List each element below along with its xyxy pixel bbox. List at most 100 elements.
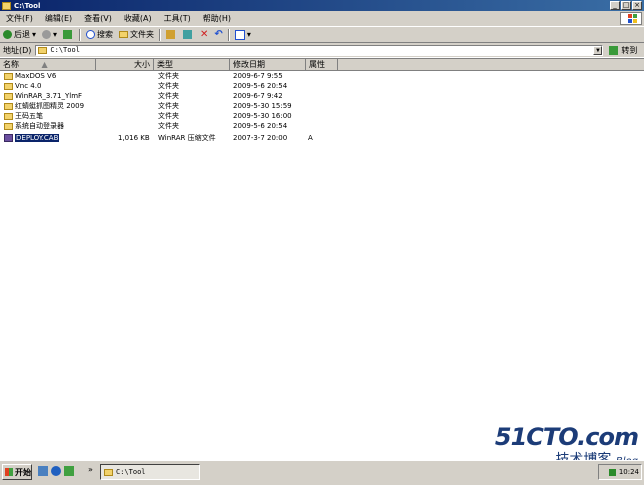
menu-edit[interactable]: 编辑(E) [39, 13, 78, 24]
up-button[interactable] [60, 28, 77, 41]
clock: 10:24 [618, 468, 639, 476]
menu-bar: 文件(F) 编辑(E) 查看(V) 收藏(A) 工具(T) 帮助(H) [0, 11, 644, 27]
go-button[interactable]: 转到 [609, 45, 637, 56]
chevron-down-icon[interactable]: ▾ [247, 30, 251, 39]
list-item[interactable]: 王码五笔 文件夹 2009-5-30 16:00 [0, 111, 644, 121]
file-type: 文件夹 [158, 92, 179, 100]
go-label: 转到 [621, 45, 638, 55]
file-modified: 2009-5-30 15:59 [233, 102, 292, 110]
chevron-down-icon[interactable]: ▾ [32, 30, 36, 39]
file-name: WinRAR_3.71_YlmF [4, 91, 82, 101]
menu-favorites[interactable]: 收藏(A) [118, 13, 158, 24]
folders-icon [119, 31, 129, 38]
start-button[interactable]: 开始 [2, 464, 32, 480]
address-input[interactable]: C:\Tool ▼ [35, 44, 604, 56]
maximize-button[interactable]: □ [621, 1, 631, 10]
column-header-bar: 名称 ▲ 大小 类型 修改日期 属性 [0, 59, 644, 71]
quick-launch [38, 466, 74, 476]
list-item-selected[interactable]: DEPLOY.CAB 1,016 KB WinRAR 压缩文件 2007-3-7… [0, 133, 644, 143]
column-header-name[interactable]: 名称 ▲ [0, 59, 96, 70]
file-name: 红蜻蜓抓图精灵 2009 [4, 101, 84, 111]
back-arrow-icon [3, 30, 12, 39]
file-type: 文件夹 [158, 102, 179, 110]
forward-button[interactable]: ▾ [39, 28, 60, 41]
list-item[interactable]: 系统自动登录器 文件夹 2009-5-6 20:54 [0, 121, 644, 131]
file-modified: 2009-6-7 9:42 [233, 92, 283, 100]
file-name: 王码五笔 [4, 111, 43, 121]
back-button[interactable]: 后退 ▾ [0, 28, 39, 41]
file-name-text: MaxDOS V6 [15, 72, 57, 80]
move-to-button[interactable] [163, 28, 180, 41]
file-modified: 2009-5-30 16:00 [233, 112, 292, 120]
start-label: 开始 [15, 467, 31, 477]
search-button[interactable]: 搜索 [83, 28, 116, 41]
column-header-modified[interactable]: 修改日期 [230, 59, 306, 70]
menu-help[interactable]: 帮助(H) [197, 13, 237, 24]
move-to-icon [166, 30, 176, 39]
taskbar-item-explorer[interactable]: C:\Tool [100, 464, 200, 480]
delete-button[interactable]: ✕ [197, 28, 211, 41]
file-type: WinRAR 压缩文件 [158, 134, 216, 142]
file-type: 文件夹 [158, 72, 179, 80]
views-button[interactable]: ▾ [232, 28, 254, 41]
list-item[interactable]: Vnc 4.0 文件夹 2009-5-6 20:54 [0, 81, 644, 91]
list-item[interactable]: 红蜻蜓抓图精灵 2009 文件夹 2009-5-30 15:59 [0, 101, 644, 111]
tray-icon[interactable] [608, 468, 616, 476]
watermark-site: 51CTO.com [494, 423, 639, 451]
window-controls: _ □ × [610, 1, 642, 10]
back-label: 后退 [14, 30, 30, 39]
toolbar-separator [159, 28, 162, 41]
address-label: 地址(D) [3, 45, 32, 55]
folders-button[interactable]: 文件夹 [116, 28, 157, 41]
folder-icon [38, 46, 48, 54]
search-label: 搜索 [97, 30, 114, 39]
quick-launch-chevron-icon[interactable]: » [88, 465, 93, 474]
winrar-archive-icon [4, 134, 13, 142]
file-modified: 2009-5-6 20:54 [233, 122, 288, 130]
folder-icon [4, 122, 13, 130]
file-name-text: 红蜻蜓抓图精灵 2009 [15, 102, 85, 110]
undo-button[interactable]: ↶ [211, 28, 225, 41]
folder-icon [2, 1, 11, 10]
file-name-text: Vnc 4.0 [15, 82, 42, 90]
taskbar-item-label: C:\Tool [116, 468, 146, 476]
file-modified: 2009-5-6 20:54 [233, 82, 288, 90]
file-list[interactable]: 名称 ▲ 大小 类型 修改日期 属性 MaxDOS V6 文件夹 2009-6-… [0, 58, 644, 460]
file-name-text: WinRAR_3.71_YlmF [15, 92, 83, 100]
folder-icon [4, 92, 13, 100]
undo-icon: ↶ [214, 29, 223, 40]
window-title: C:\Tool [14, 1, 41, 10]
menu-file[interactable]: 文件(F) [0, 13, 39, 24]
column-header-type[interactable]: 类型 [154, 59, 230, 70]
file-name: 系统自动登录器 [4, 121, 64, 131]
file-name: MaxDOS V6 [4, 71, 56, 81]
vnc-icon[interactable] [64, 466, 74, 476]
copy-to-icon [183, 30, 193, 39]
column-header-size[interactable]: 大小 [96, 59, 154, 70]
search-icon [86, 30, 96, 39]
chevron-down-icon[interactable]: ▾ [53, 30, 57, 39]
folder-icon [4, 82, 13, 90]
toolbar-separator [79, 28, 82, 41]
up-folder-icon [63, 30, 73, 39]
column-header-attributes[interactable]: 属性 [306, 59, 338, 70]
title-bar: C:\Tool _ □ × [0, 0, 644, 11]
file-type: 文件夹 [158, 112, 179, 120]
sort-ascending-icon: ▲ [41, 60, 48, 69]
file-name-text: DEPLOY.CAB [15, 134, 60, 142]
windows-flag-icon [620, 12, 642, 25]
file-size: 1,016 KB [118, 134, 150, 142]
internet-explorer-icon[interactable] [51, 466, 61, 476]
menu-tools[interactable]: 工具(T) [158, 13, 197, 24]
list-item[interactable]: MaxDOS V6 文件夹 2009-6-7 9:55 [0, 71, 644, 81]
copy-to-button[interactable] [180, 28, 197, 41]
file-type: 文件夹 [158, 122, 179, 130]
folder-icon [4, 102, 13, 110]
show-desktop-icon[interactable] [38, 466, 48, 476]
list-item[interactable]: WinRAR_3.71_YlmF 文件夹 2009-6-7 9:42 [0, 91, 644, 101]
close-button[interactable]: × [632, 1, 642, 10]
column-name-label: 名称 [3, 60, 19, 69]
minimize-button[interactable]: _ [610, 1, 620, 10]
menu-view[interactable]: 查看(V) [78, 13, 118, 24]
address-dropdown-button[interactable]: ▼ [593, 45, 603, 55]
